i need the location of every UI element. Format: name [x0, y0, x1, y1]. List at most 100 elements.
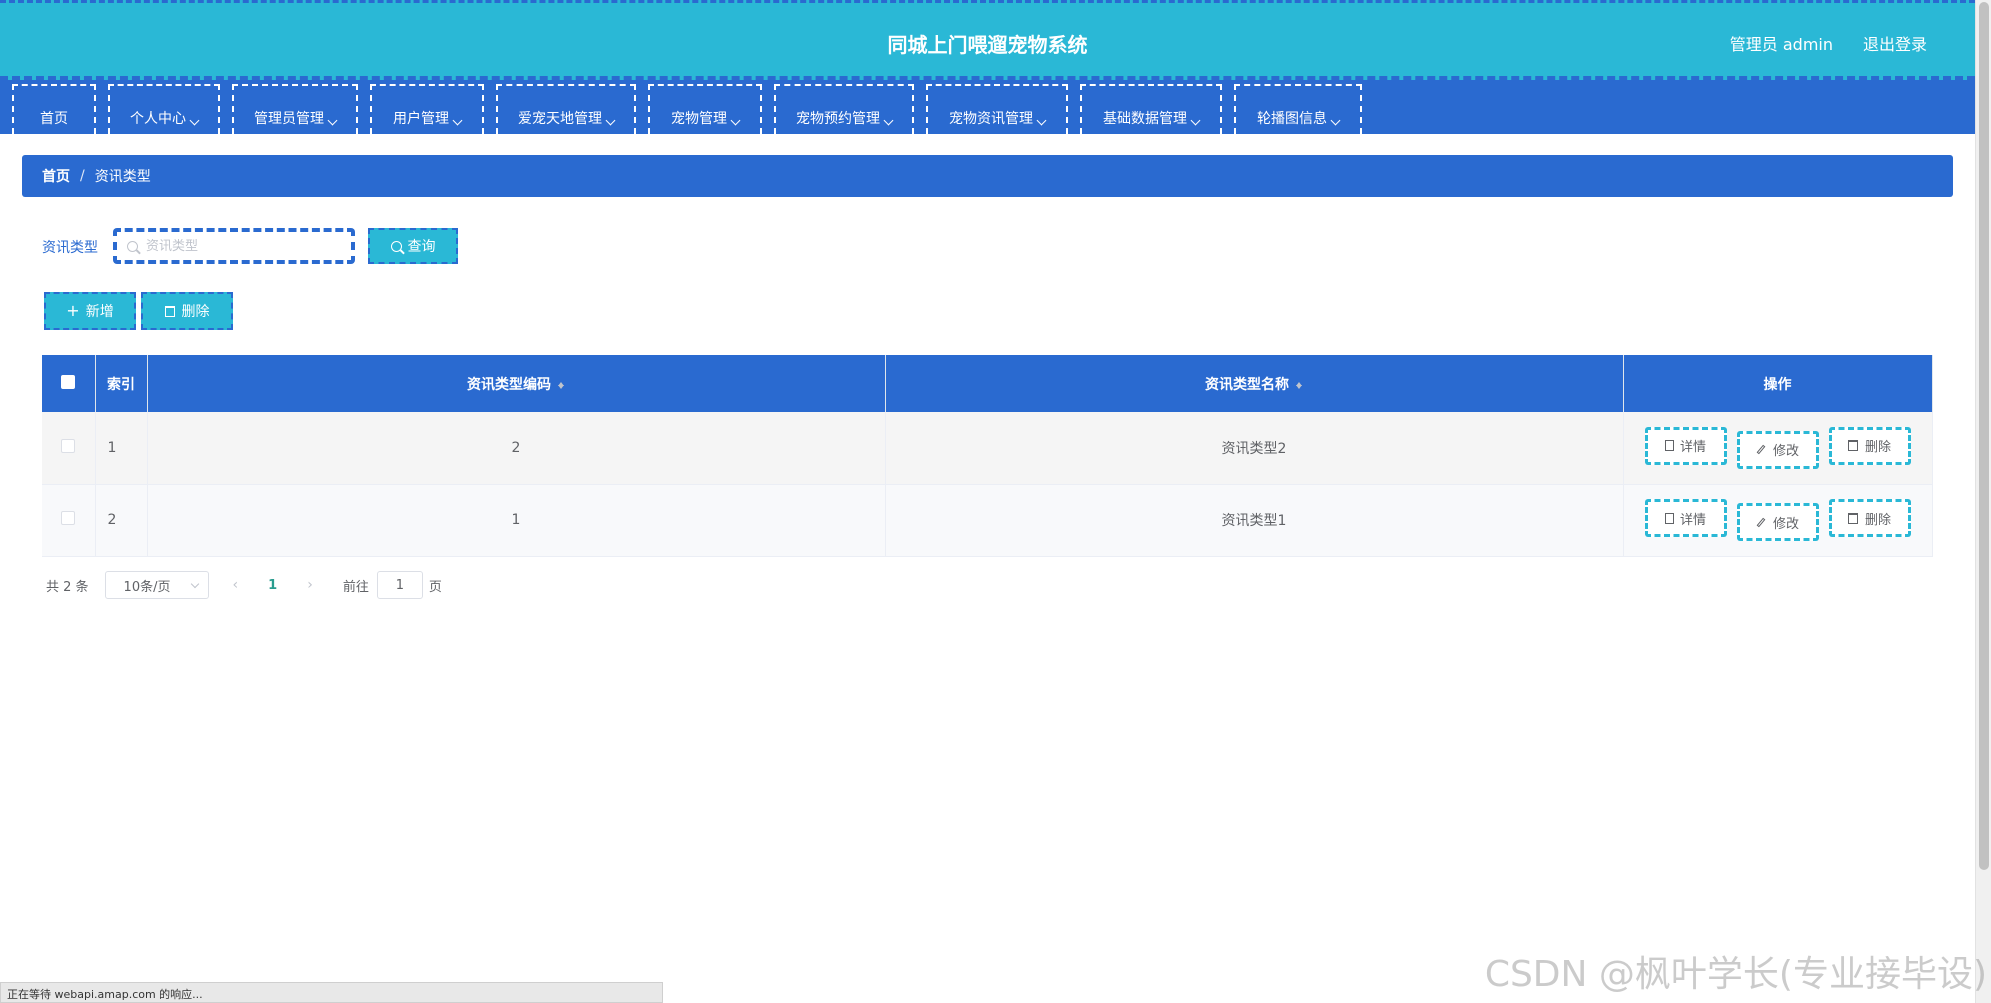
data-table: 索引 资讯类型编码 资讯类型名称 操作 1 2 资讯类型2 详情 修改 删除 2 1… [42, 355, 1933, 557]
delete-button[interactable]: 删除 [1828, 499, 1911, 537]
row-actions: 详情 修改 删除 [1623, 412, 1933, 485]
row-code: 2 [147, 412, 886, 485]
sort-icon[interactable] [1295, 379, 1303, 391]
nav-item-label: 轮播图信息 [1257, 111, 1327, 127]
row-code: 1 [147, 484, 886, 557]
nav-item-label: 宠物资讯管理 [949, 111, 1033, 127]
select-all-checkbox[interactable] [61, 374, 76, 389]
chevron-down-icon [605, 115, 616, 126]
nav-item-admin-management[interactable]: 管理员管理 [232, 84, 358, 134]
column-header-actions: 操作 [1623, 355, 1933, 412]
search-icon [127, 240, 138, 252]
edit-icon [1756, 517, 1766, 527]
breadcrumb-separator: / [80, 168, 85, 184]
add-button[interactable]: + 新增 [44, 292, 136, 330]
app-title: 同城上门喂遛宠物系统 [887, 33, 1088, 57]
goto-label: 前往 [342, 579, 369, 595]
scrollbar-thumb[interactable] [1979, 2, 1989, 870]
batch-delete-button-label: 删除 [181, 304, 210, 320]
chevron-down-icon [1036, 115, 1047, 126]
main-nav: 首页 个人中心 管理员管理 用户管理 爱宠天地管理 宠物管理 宠物预约管理 宠物… [0, 80, 1975, 134]
nav-item-personal-center[interactable]: 个人中心 [108, 84, 220, 134]
search-input[interactable] [146, 238, 336, 254]
nav-item-label: 宠物预约管理 [796, 111, 880, 127]
edit-button-label: 修改 [1772, 444, 1799, 460]
browser-status-bar: 正在等待 webapi.amap.com 的响应... [0, 982, 663, 1003]
row-index: 1 [95, 412, 148, 485]
row-name: 资讯类型2 [885, 412, 1624, 485]
breadcrumb-home[interactable]: 首页 [42, 166, 70, 186]
nav-item-label: 爱宠天地管理 [518, 111, 602, 127]
nav-item-pet-management[interactable]: 宠物管理 [648, 84, 762, 134]
page-number-current[interactable]: 1 [268, 578, 277, 593]
nav-item-user-management[interactable]: 用户管理 [370, 84, 484, 134]
chevron-down-icon [883, 115, 894, 126]
row-name: 资讯类型1 [885, 484, 1624, 557]
plus-icon: + [66, 301, 80, 320]
nav-item-label: 基础数据管理 [1103, 111, 1187, 127]
column-header-code[interactable]: 资讯类型编码 [147, 355, 886, 412]
page-size-select[interactable]: 10条/页 [104, 571, 209, 599]
current-user-label: 管理员 admin [1729, 35, 1833, 54]
pagination: 共 2 条 10条/页 ‹ 1 › 前往 页 [46, 570, 442, 600]
nav-item-home[interactable]: 首页 [12, 84, 96, 134]
vertical-scrollbar[interactable] [1975, 0, 1991, 1003]
detail-button[interactable]: 详情 [1644, 499, 1727, 537]
row-actions: 详情 修改 删除 [1623, 484, 1933, 557]
nav-item-carousel-info[interactable]: 轮播图信息 [1234, 84, 1362, 134]
edit-button[interactable]: 修改 [1736, 503, 1819, 541]
next-page-button[interactable]: › [307, 577, 313, 593]
search-label: 资讯类型 [42, 240, 98, 256]
nav-item-label: 首页 [40, 111, 68, 127]
column-header-name[interactable]: 资讯类型名称 [885, 355, 1624, 412]
column-header-index: 索引 [95, 355, 148, 412]
sort-icon[interactable] [557, 379, 565, 391]
chevron-down-icon [1190, 115, 1201, 126]
edit-button-label: 修改 [1772, 516, 1799, 532]
delete-button-label: 删除 [1864, 512, 1891, 528]
goto-suffix: 页 [428, 579, 442, 595]
table-row: 2 1 资讯类型1 详情 修改 删除 [42, 484, 1933, 557]
table-header-row: 索引 资讯类型编码 资讯类型名称 操作 [42, 355, 1933, 412]
logout-link[interactable]: 退出登录 [1863, 31, 1927, 55]
edit-button[interactable]: 修改 [1736, 430, 1819, 469]
search-field[interactable] [113, 228, 355, 264]
select-all-cell [42, 355, 96, 412]
nav-item-label: 个人中心 [130, 111, 186, 127]
chevron-down-icon [452, 115, 463, 126]
document-icon [1664, 512, 1674, 524]
nav-item-pet-booking-management[interactable]: 宠物预约管理 [774, 84, 914, 134]
nav-item-pet-news-management[interactable]: 宠物资讯管理 [926, 84, 1068, 134]
pagination-total: 共 2 条 [46, 579, 89, 595]
column-header-label: 资讯类型名称 [1205, 376, 1289, 393]
top-header: 同城上门喂遛宠物系统 管理员 admin 退出登录 [0, 0, 1975, 80]
watermark: CSDN @枫叶学长(专业接毕设) [1484, 954, 1987, 995]
detail-button[interactable]: 详情 [1644, 426, 1727, 465]
query-button[interactable]: 查询 [368, 228, 458, 264]
nav-item-label: 宠物管理 [671, 111, 727, 127]
edit-icon [1756, 444, 1766, 455]
row-checkbox[interactable] [61, 438, 76, 453]
chevron-down-icon [189, 115, 200, 126]
chevron-down-icon [1330, 115, 1341, 126]
delete-button-label: 删除 [1864, 440, 1891, 456]
search-icon [390, 240, 402, 252]
batch-delete-button[interactable]: 删除 [141, 292, 233, 330]
row-checkbox[interactable] [61, 511, 76, 525]
add-button-label: 新增 [85, 304, 114, 320]
nav-item-pet-world-management[interactable]: 爱宠天地管理 [496, 84, 636, 134]
detail-button-label: 详情 [1679, 440, 1706, 456]
trash-icon [1847, 440, 1858, 452]
breadcrumb: 首页 / 资讯类型 [22, 155, 1953, 197]
row-index: 2 [95, 484, 148, 557]
goto-page-input[interactable] [376, 571, 423, 599]
document-icon [1664, 440, 1674, 452]
chevron-down-icon [190, 579, 199, 588]
delete-button[interactable]: 删除 [1828, 426, 1911, 465]
prev-page-button[interactable]: ‹ [233, 577, 239, 593]
trash-icon [164, 305, 175, 317]
page-size-value: 10条/页 [123, 579, 171, 595]
nav-item-base-data-management[interactable]: 基础数据管理 [1080, 84, 1222, 134]
query-button-label: 查询 [407, 239, 436, 255]
table-row: 1 2 资讯类型2 详情 修改 删除 [42, 412, 1933, 485]
